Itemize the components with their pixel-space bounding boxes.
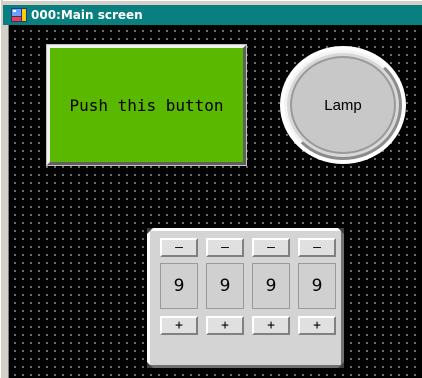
screen-title: 000:Main screen bbox=[31, 8, 143, 22]
lamp-face: Lamp bbox=[290, 56, 396, 154]
digit-increment-button[interactable]: + bbox=[206, 316, 244, 335]
selection-handle[interactable] bbox=[338, 362, 344, 368]
digit-decrement-button[interactable]: — bbox=[252, 238, 290, 257]
digit-value: 9 bbox=[252, 263, 290, 309]
digit-increment-button[interactable]: + bbox=[252, 316, 290, 335]
digit-decrement-button[interactable]: — bbox=[298, 238, 336, 257]
push-button-object[interactable]: Push this button bbox=[46, 44, 247, 166]
hmi-editor-window: 000:Main screen Push this button Lamp — … bbox=[0, 0, 422, 378]
selection-handle[interactable] bbox=[147, 228, 153, 234]
digit-increment-button[interactable]: + bbox=[298, 316, 336, 335]
digit-increment-button[interactable]: + bbox=[160, 316, 198, 335]
digit-decrement-button[interactable]: — bbox=[160, 238, 198, 257]
lamp-object[interactable]: Lamp bbox=[280, 46, 406, 164]
digit-value: 9 bbox=[298, 263, 336, 309]
selection-handle[interactable] bbox=[338, 228, 344, 234]
selection-handle[interactable] bbox=[147, 362, 153, 368]
digit-value: 9 bbox=[206, 263, 244, 309]
screen-app-icon bbox=[11, 8, 27, 22]
digit-decrement-button[interactable]: — bbox=[206, 238, 244, 257]
lamp-label: Lamp bbox=[324, 96, 362, 114]
digit-switch-object[interactable]: — 9 + — 9 + — 9 + — 9 + bbox=[147, 228, 344, 368]
digit-value: 9 bbox=[160, 263, 198, 309]
push-button-label: Push this button bbox=[69, 95, 224, 115]
screen-title-bar[interactable]: 000:Main screen bbox=[3, 5, 422, 25]
